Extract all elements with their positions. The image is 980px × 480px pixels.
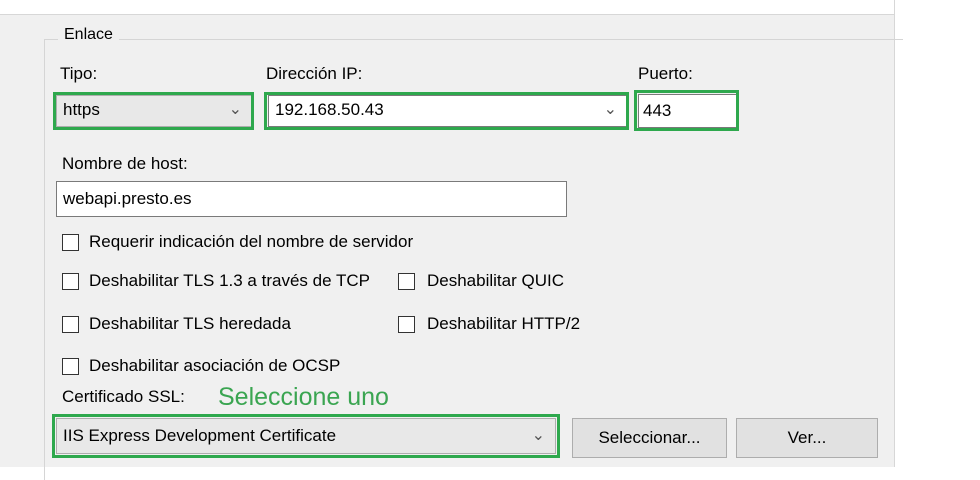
hostname-label: Nombre de host: [62, 154, 188, 173]
tls13-label: Deshabilitar TLS 1.3 a través de TCP [89, 271, 370, 290]
ip-label: Dirección IP: [266, 64, 363, 83]
http2-checkbox[interactable] [398, 316, 415, 333]
ssl-label: Certificado SSL: [62, 387, 185, 406]
sni-label: Requerir indicación del nombre de servid… [89, 232, 414, 251]
ip-value: 192.168.50.43 [275, 100, 384, 119]
type-label: Tipo: [60, 64, 98, 83]
port-label: Puerto: [638, 64, 693, 83]
http2-label: Deshabilitar HTTP/2 [427, 314, 581, 333]
tls13-checkbox[interactable] [62, 273, 79, 290]
type-dropdown[interactable]: https ⌄ [56, 95, 253, 127]
legacy-tls-checkbox[interactable] [62, 316, 79, 333]
ip-dropdown[interactable]: 192.168.50.43 ⌄ [268, 95, 628, 127]
chevron-down-icon: ⌄ [228, 101, 242, 118]
hostname-input[interactable]: webapi.presto.es [56, 181, 567, 217]
sni-checkbox[interactable] [62, 234, 79, 251]
ocsp-checkbox[interactable] [62, 358, 79, 375]
quic-label: Deshabilitar QUIC [427, 271, 564, 290]
type-value: https [63, 100, 100, 119]
select-certificate-button[interactable]: Seleccionar... [572, 418, 727, 458]
groupbox-title: Enlace [58, 26, 119, 44]
chevron-down-icon: ⌄ [603, 101, 617, 118]
select-one-annotation: Seleccione uno [218, 383, 389, 411]
top-edge [0, 0, 894, 15]
view-certificate-button[interactable]: Ver... [736, 418, 878, 458]
ssl-certificate-dropdown[interactable]: IIS Express Development Certificate ⌄ [56, 418, 556, 454]
ssl-certificate-value: IIS Express Development Certificate [63, 426, 337, 445]
quic-checkbox[interactable] [398, 273, 415, 290]
ocsp-label: Deshabilitar asociación de OCSP [89, 356, 341, 375]
chevron-down-icon: ⌄ [531, 427, 545, 444]
port-input[interactable]: 443 [638, 94, 737, 128]
legacy-tls-label: Deshabilitar TLS heredada [89, 314, 291, 333]
